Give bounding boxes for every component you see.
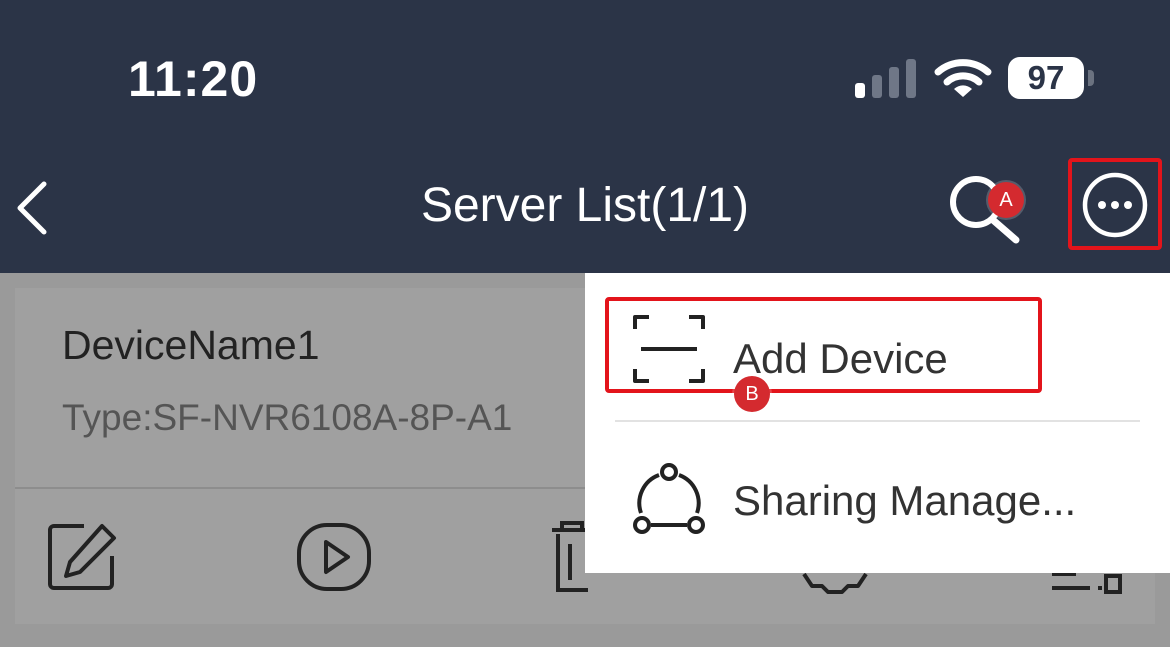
play-icon[interactable] [296,522,372,592]
sharing-manage-label: Sharing Manage... [733,477,1077,524]
battery-level: 97 [1008,57,1084,99]
device-name: DeviceName1 [62,322,320,368]
edit-icon[interactable] [46,520,120,594]
share-icon [633,463,705,534]
annotation-badge-a: A [988,182,1024,218]
settings-icon[interactable] [800,572,870,594]
signal-icon [855,59,916,98]
more-icon [1082,172,1148,238]
delete-icon[interactable] [550,520,590,594]
device-type: Type:SF-NVR6108A-8P-A1 [62,397,513,438]
battery-icon: 97 [1008,57,1094,99]
more-button[interactable] [1068,158,1162,250]
status-time: 11:20 [128,51,259,107]
menu-divider [615,420,1140,422]
annotation-badge-b: B [734,376,770,412]
add-device-highlight [605,297,1042,393]
menu-item-sharing-manage[interactable]: Sharing Manage... [585,433,1170,563]
wifi-icon [934,59,992,97]
